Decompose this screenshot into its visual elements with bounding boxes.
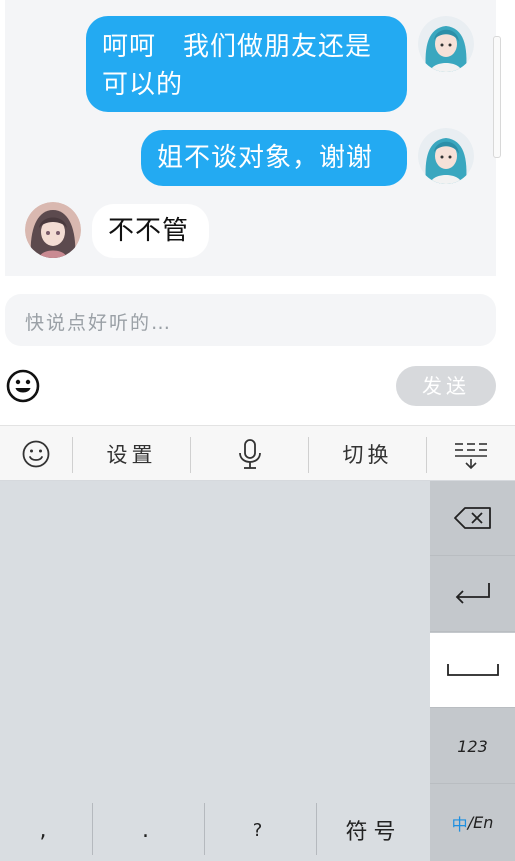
symbols-key[interactable]: 符号 <box>317 799 430 861</box>
chat-area: 呵呵 我们做朋友还是 可以的 姐不谈对象，谢谢 不不管 <box>0 0 515 276</box>
message-line: 不不管 <box>108 216 190 246</box>
keyboard-emoji-button[interactable] <box>0 426 72 482</box>
message-input-placeholder: 快说点好听的… <box>25 312 173 334</box>
language-en-label: /En <box>467 813 494 832</box>
message-bubble-incoming[interactable]: 不不管 <box>92 204 209 258</box>
period-key-label: . <box>142 817 155 843</box>
side-panel-edge <box>493 0 515 276</box>
comma-key-label: , <box>39 817 53 843</box>
my-avatar[interactable] <box>418 16 474 72</box>
side-panel-tab[interactable] <box>493 36 501 158</box>
message-input[interactable]: 快说点好听的… <box>5 294 496 346</box>
language-switch-key[interactable]: 中 /En <box>430 785 515 860</box>
numbers-key-label: 123 <box>457 736 488 756</box>
settings-label: 设置 <box>106 443 157 467</box>
message-line: 姐不谈对象，谢谢 <box>157 143 374 173</box>
period-key[interactable]: . <box>93 799 204 861</box>
message-bubble-outgoing[interactable]: 呵呵 我们做朋友还是 可以的 <box>86 16 407 112</box>
language-cn-label: 中 <box>451 814 468 834</box>
question-key-label: ? <box>252 819 269 841</box>
handwriting-area[interactable] <box>0 481 430 797</box>
keyboard-collapse-icon <box>455 443 487 470</box>
microphone-icon <box>238 439 261 469</box>
chat-left-edge <box>0 0 5 276</box>
backspace-key[interactable] <box>430 481 515 556</box>
handwriting-keyboard: , . ? 符号 123 中 /En <box>0 481 515 861</box>
send-button[interactable]: 发送 <box>396 366 496 406</box>
question-key[interactable]: ? <box>205 799 316 861</box>
message-line: 呵呵 我们做朋友还是 <box>102 32 373 62</box>
symbols-key-label: 符号 <box>345 820 402 845</box>
settings-button[interactable]: 设置 <box>73 426 190 482</box>
switch-keyboard-button[interactable]: 切换 <box>309 426 426 482</box>
smile-icon <box>22 440 50 468</box>
message-line: 可以的 <box>102 70 184 100</box>
comma-key[interactable]: , <box>0 799 92 861</box>
my-avatar[interactable] <box>418 128 474 184</box>
voice-input-button[interactable] <box>191 426 308 482</box>
collapse-keyboard-button[interactable] <box>427 426 515 482</box>
contact-avatar[interactable] <box>25 202 81 258</box>
enter-icon <box>455 583 490 604</box>
function-keys: 123 中 /En <box>430 481 515 861</box>
space-icon <box>446 664 499 676</box>
switch-label: 切换 <box>342 443 393 467</box>
message-bubble-outgoing[interactable]: 姐不谈对象，谢谢 <box>141 130 407 186</box>
numbers-key[interactable]: 123 <box>430 709 515 784</box>
space-key[interactable] <box>430 633 515 708</box>
keyboard-toolbar: 设置 切换 <box>0 425 515 481</box>
enter-key[interactable] <box>430 557 515 632</box>
backspace-icon <box>453 507 491 529</box>
emoji-icon[interactable] <box>6 369 40 403</box>
